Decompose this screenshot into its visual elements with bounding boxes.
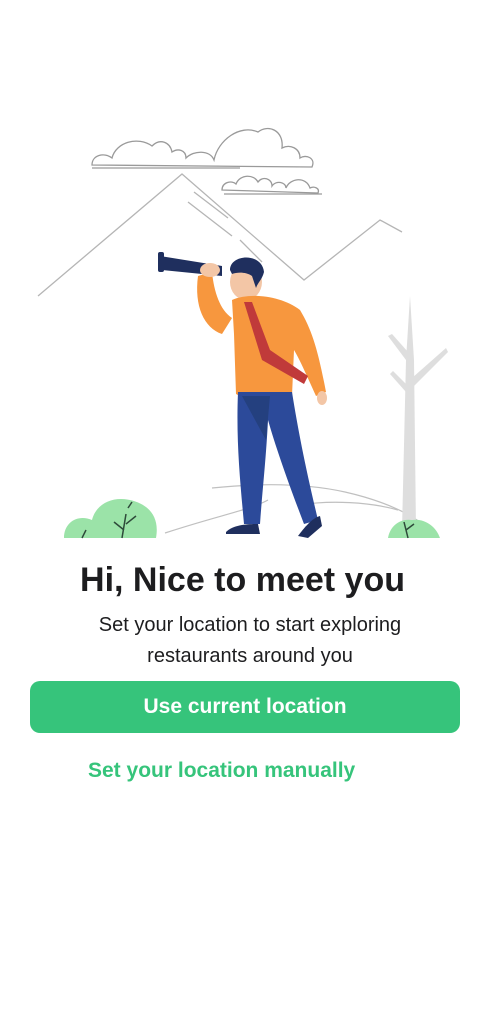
mountains-icon bbox=[37, 173, 403, 297]
clouds-icon bbox=[91, 127, 322, 195]
use-current-location-button[interactable]: Use current location bbox=[30, 681, 460, 733]
tree-icon bbox=[388, 296, 448, 530]
set-location-manually-link[interactable]: Set your location manually bbox=[88, 756, 355, 786]
subtitle-line-2: restaurants around you bbox=[147, 645, 353, 667]
explorer-illustration bbox=[37, 127, 448, 539]
welcome-title: Hi, Nice to meet you bbox=[80, 561, 405, 599]
man-with-telescope-icon bbox=[158, 252, 327, 538]
welcome-subtitle: Set your location to start exploring rest… bbox=[50, 610, 450, 672]
subtitle-line-1: Set your location to start exploring bbox=[98, 614, 402, 636]
